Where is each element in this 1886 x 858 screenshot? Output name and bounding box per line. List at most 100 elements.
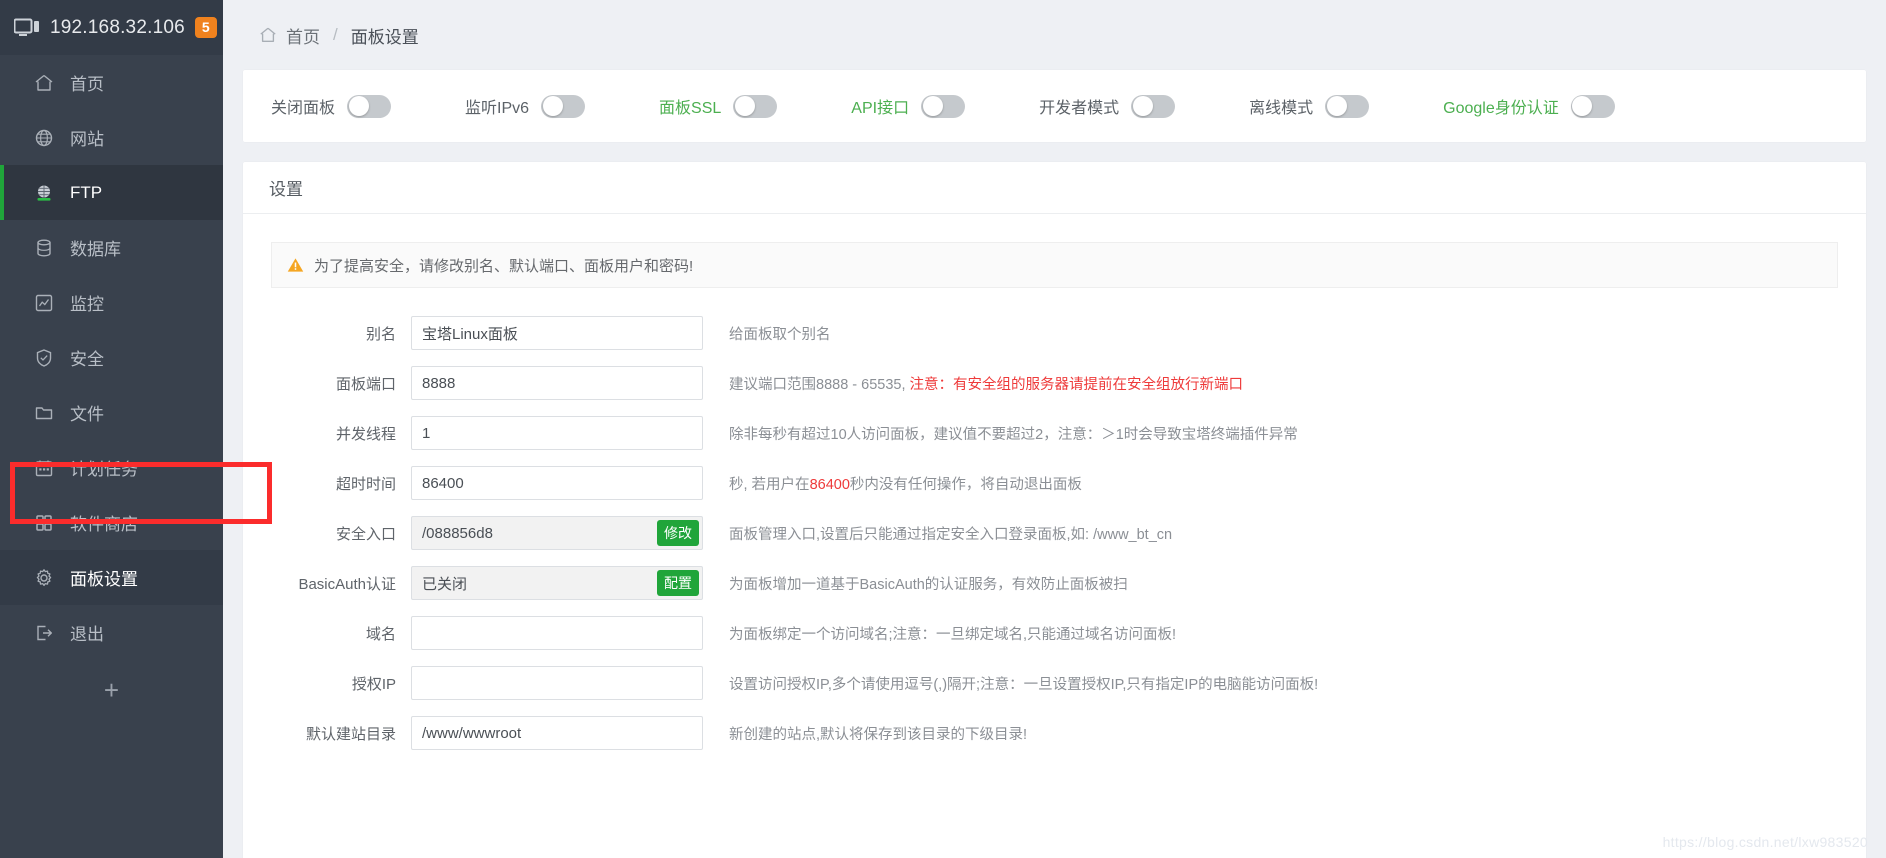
sidebar-item-label: 首页 bbox=[70, 75, 104, 94]
toggle-switch[interactable] bbox=[1570, 94, 1615, 118]
toggle-label: Google身份认证 bbox=[1443, 100, 1559, 117]
toggle-developer-mode[interactable]: 开发者模式 bbox=[1039, 94, 1176, 118]
toggle-label: 面板SSL bbox=[659, 100, 722, 117]
grid-apps-icon bbox=[34, 513, 54, 533]
sidebar: 192.168.32.106 5 首页 网站 FTP 数据库 监控 安全 文件 … bbox=[0, 0, 272, 858]
field-label: BasicAuth认证 bbox=[298, 575, 396, 593]
field-label: 超时时间 bbox=[335, 475, 396, 493]
gear-icon bbox=[34, 568, 54, 588]
form-row-alias: 别名 给面板取个别名 bbox=[271, 316, 1838, 350]
panel-title: 设置 bbox=[243, 162, 1866, 214]
field-hint: 面板管理入口,设置后只能通过指定安全入口登录面板,如: /www_bt_cn bbox=[703, 523, 1172, 544]
sidebar-item-security[interactable]: 安全 bbox=[0, 330, 223, 385]
sidebar-item-logout[interactable]: 退出 bbox=[0, 605, 223, 660]
field-label: 域名 bbox=[365, 625, 396, 643]
threads-input[interactable] bbox=[411, 416, 703, 450]
toggle-switch[interactable] bbox=[921, 94, 966, 118]
toggle-close-panel[interactable]: 关闭面板 bbox=[271, 94, 392, 118]
sidebar-item-files[interactable]: 文件 bbox=[0, 385, 223, 440]
field-label: 默认建站目录 bbox=[305, 725, 396, 743]
breadcrumb-home[interactable]: 首页 bbox=[286, 23, 320, 48]
toggle-listen-ipv6[interactable]: 监听IPv6 bbox=[465, 94, 586, 118]
sidebar-item-label: 面板设置 bbox=[70, 570, 138, 589]
alias-input[interactable] bbox=[411, 316, 703, 350]
toggle-api-interface[interactable]: API接口 bbox=[851, 94, 966, 118]
form-row-basicauth: BasicAuth认证 配置 为面板增加一道基于BasicAuth的认证服务，有… bbox=[271, 566, 1838, 600]
toggle-switch[interactable] bbox=[1131, 94, 1176, 118]
sidebar-item-ftp[interactable]: FTP bbox=[0, 165, 223, 220]
field-control bbox=[411, 466, 703, 500]
field-label: 安全入口 bbox=[335, 525, 396, 543]
field-hint: 除非每秒有超过10人访问面板，建议值不要超过2，注意：＞1时会导致宝塔终端插件异… bbox=[703, 423, 1298, 444]
settings-panel: 设置 为了提高安全，请修改别名、默认端口、面板用户和密码! 别名 宝塔Linux… bbox=[243, 162, 1866, 858]
form-row-safe-entrance: 安全入口 修改 面板管理入口,设置后只能通过指定安全入口登录面板,如: /www… bbox=[271, 516, 1838, 550]
toggle-knob bbox=[542, 96, 563, 116]
monitor-chart-icon bbox=[34, 293, 54, 313]
toggle-knob bbox=[734, 96, 755, 116]
field-control: 修改 bbox=[411, 516, 703, 550]
field-hint: 新创建的站点,默认将保存到该目录的下级目录! bbox=[703, 723, 1027, 744]
field-label: 并发线程 bbox=[335, 425, 396, 443]
toggle-label: API接口 bbox=[851, 100, 910, 117]
notification-badge[interactable]: 5 bbox=[194, 17, 217, 38]
basicauth-config-button[interactable]: 配置 bbox=[657, 570, 699, 596]
field-hint: 设置访问授权IP,多个请使用逗号(,)隔开;注意：一旦设置授权IP,只有指定IP… bbox=[703, 673, 1318, 694]
toggle-switch[interactable] bbox=[347, 94, 392, 118]
toggle-label: 关闭面板 bbox=[271, 100, 336, 117]
sidebar-host-ip: 192.168.32.106 bbox=[50, 16, 185, 38]
toggle-label: 开发者模式 bbox=[1039, 100, 1120, 117]
logout-icon bbox=[34, 623, 54, 643]
sidebar-item-crontab[interactable]: 计划任务 bbox=[0, 440, 223, 495]
field-control bbox=[411, 416, 703, 450]
timeout-input[interactable] bbox=[411, 466, 703, 500]
watermark: https://blog.csdn.net/lxw983520 bbox=[1662, 834, 1868, 850]
database-icon bbox=[34, 238, 54, 258]
sidebar-item-label: 数据库 bbox=[70, 240, 121, 259]
panel-body: 为了提高安全，请修改别名、默认端口、面板用户和密码! 别名 给面板取个别名 bbox=[243, 214, 1866, 776]
settings-form: 别名 给面板取个别名 面板端口 bbox=[271, 288, 1838, 750]
toggle-knob bbox=[922, 96, 943, 116]
toggle-switch[interactable] bbox=[733, 94, 778, 118]
hint-text-warning: 86400 bbox=[809, 476, 850, 493]
sidebar-item-database[interactable]: 数据库 bbox=[0, 220, 223, 275]
sidebar-item-label: FTP bbox=[70, 182, 103, 202]
field-control bbox=[411, 716, 703, 750]
field-label: 授权IP bbox=[351, 675, 396, 693]
toggle-knob bbox=[1132, 96, 1153, 116]
sidebar-item-label: 网站 bbox=[70, 130, 104, 149]
form-row-panel-port: 面板端口 建议端口范围8888 - 65535, 注意：有安全组的服务器请提前在… bbox=[271, 366, 1838, 400]
app-root: 192.168.32.106 5 首页 网站 FTP 数据库 监控 安全 文件 … bbox=[0, 0, 1886, 858]
sidebar-item-monitor[interactable]: 监控 bbox=[0, 275, 223, 330]
sidebar-item-panel-settings[interactable]: 面板设置 bbox=[0, 550, 223, 605]
toggle-bar: 关闭面板 监听IPv6 面板SSL API接口 开发者模式 离线模式 Googl… bbox=[243, 70, 1866, 142]
field-hint: 给面板取个别名 bbox=[703, 323, 831, 344]
field-control bbox=[411, 366, 703, 400]
hint-text: 为面板绑定一个访问域名;注意：一旦绑定域名,只能通过域名访问面板! bbox=[729, 626, 1177, 643]
sidebar-menu: 首页 网站 FTP 数据库 监控 安全 文件 计划任务 软件商店 面板设置 退出… bbox=[0, 55, 223, 858]
hint-text-suffix: 秒内没有任何操作，将自动退出面板 bbox=[849, 476, 1082, 493]
toggle-switch[interactable] bbox=[1325, 94, 1370, 118]
sidebar-item-home[interactable]: 首页 bbox=[0, 55, 223, 110]
sidebar-add-button[interactable]: + bbox=[0, 660, 223, 720]
notice-text: 为了提高安全，请修改别名、默认端口、面板用户和密码! bbox=[314, 257, 694, 275]
authorized-ip-input[interactable] bbox=[411, 666, 703, 700]
form-row-threads: 并发线程 除非每秒有超过10人访问面板，建议值不要超过2，注意：＞1时会导致宝塔… bbox=[271, 416, 1838, 450]
form-row-timeout: 超时时间 秒, 若用户在86400秒内没有任何操作，将自动退出面板 bbox=[271, 466, 1838, 500]
breadcrumb: 首页 / 面板设置 bbox=[243, 0, 1866, 70]
safe-entrance-edit-button[interactable]: 修改 bbox=[657, 520, 699, 546]
sidebar-item-appstore[interactable]: 软件商店 bbox=[0, 495, 223, 550]
toggle-knob bbox=[1326, 96, 1347, 116]
sidebar-item-label: 安全 bbox=[70, 350, 104, 369]
toggle-google-auth[interactable]: Google身份认证 bbox=[1443, 94, 1615, 118]
field-label: 别名 bbox=[365, 325, 396, 343]
field-hint: 为面板绑定一个访问域名;注意：一旦绑定域名,只能通过域名访问面板! bbox=[703, 623, 1176, 644]
domain-input[interactable] bbox=[411, 616, 703, 650]
toggle-switch[interactable] bbox=[541, 94, 586, 118]
toggle-offline-mode[interactable]: 离线模式 bbox=[1249, 94, 1370, 118]
default-site-dir-input[interactable] bbox=[411, 716, 703, 750]
calendar-icon bbox=[34, 458, 54, 478]
sidebar-item-website[interactable]: 网站 bbox=[0, 110, 223, 165]
toggle-panel-ssl[interactable]: 面板SSL bbox=[659, 94, 778, 118]
toggle-label: 离线模式 bbox=[1249, 100, 1314, 117]
panel-port-input[interactable] bbox=[411, 366, 703, 400]
